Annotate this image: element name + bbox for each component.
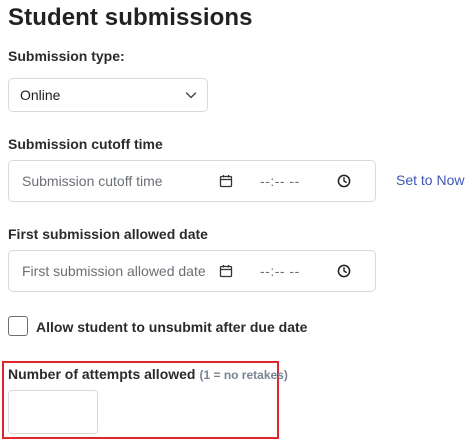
cutoff-datetime-field[interactable]: Submission cutoff time --:-- -- (8, 160, 376, 202)
first-allowed-label: First submission allowed date (8, 226, 208, 242)
first-allowed-date-input[interactable]: First submission allowed date (22, 263, 206, 279)
attempts-label: Number of attempts allowed (1 = no retake… (8, 366, 288, 382)
submission-type-select[interactable]: Online (8, 78, 208, 112)
clock-icon[interactable] (337, 264, 351, 278)
cutoff-time-input[interactable]: --:-- -- (260, 173, 300, 189)
section-title: Student submissions (8, 4, 253, 31)
attempts-hint: (1 = no retakes) (199, 368, 288, 382)
first-allowed-time-input[interactable]: --:-- -- (260, 263, 300, 279)
student-submissions-panel: Student submissions Submission type: Onl… (0, 0, 474, 448)
submission-type-value: Online (20, 87, 61, 103)
attempts-label-text: Number of attempts allowed (8, 366, 196, 382)
set-to-now-link[interactable]: Set to Now (396, 172, 464, 188)
unsubmit-label[interactable]: Allow student to unsubmit after due date (36, 319, 307, 335)
attempts-input[interactable] (8, 390, 98, 434)
calendar-icon[interactable] (219, 174, 233, 188)
cutoff-time-label: Submission cutoff time (8, 136, 163, 152)
cutoff-date-input[interactable]: Submission cutoff time (22, 173, 163, 189)
chevron-down-icon (185, 92, 197, 99)
first-allowed-datetime-field[interactable]: First submission allowed date --:-- -- (8, 250, 376, 292)
calendar-icon[interactable] (219, 264, 233, 278)
submission-type-label: Submission type: (8, 48, 125, 64)
clock-icon[interactable] (337, 174, 351, 188)
unsubmit-checkbox[interactable] (8, 316, 28, 336)
